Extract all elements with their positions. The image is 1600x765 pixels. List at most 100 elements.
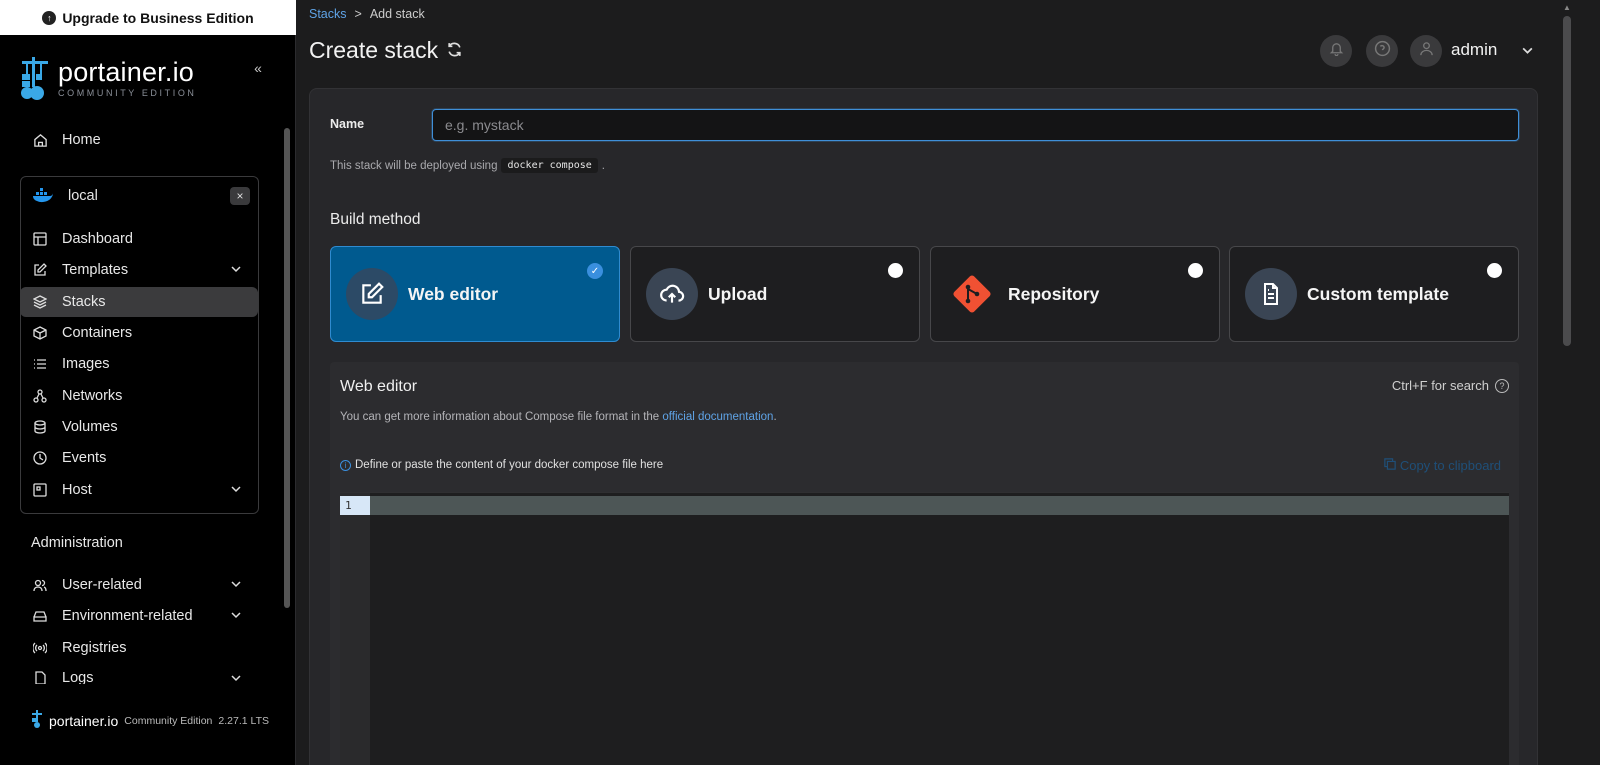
copy-icon [1384, 458, 1396, 473]
define-hint: i Define or paste the content of your do… [340, 459, 663, 471]
copy-to-clipboard-button[interactable]: Copy to clipboard [1384, 458, 1501, 473]
clock-icon [32, 450, 48, 466]
sidebar-item-templates[interactable]: Templates [20, 255, 258, 285]
compose-info: You can get more information about Compo… [340, 411, 777, 423]
create-stack-form: Name This stack will be deployed using d… [309, 88, 1538, 765]
sidebar-item-events[interactable]: Events [20, 443, 258, 473]
compose-info-text: You can get more information about Compo… [340, 411, 660, 423]
logo-main-text: portainer.io [58, 57, 194, 87]
sidebar-item-label: Registries [62, 640, 127, 656]
sidebar-item-environment-related[interactable]: Environment-related [20, 601, 258, 631]
sidebar-item-logs[interactable]: Logs [20, 664, 258, 684]
name-label: Name [330, 117, 365, 131]
portainer-logo[interactable]: portainer.io COMMUNITY EDITION [18, 55, 197, 101]
file-icon [32, 670, 48, 684]
bell-icon [1329, 41, 1344, 61]
sidebar-footer: portainer.io Community Edition 2.27.1 LT… [31, 710, 269, 731]
sidebar-item-user-related[interactable]: User-related [20, 570, 258, 600]
network-icon [32, 388, 48, 404]
breadcrumb: Stacks > Add stack [309, 7, 425, 21]
user-icon [1419, 41, 1434, 61]
breadcrumb-stacks-link[interactable]: Stacks [309, 7, 347, 21]
footer-brand: portainer.io [49, 712, 119, 729]
sidebar-item-containers[interactable]: Containers [20, 318, 258, 348]
home-icon [32, 132, 48, 148]
define-hint-text: Define or paste the content of your dock… [355, 459, 664, 471]
deploy-code: docker compose [501, 158, 598, 173]
build-method-upload[interactable]: Upload [630, 246, 920, 342]
compose-info-suffix: . [773, 411, 777, 423]
help-circle-icon[interactable]: ? [1495, 379, 1509, 393]
footer-version: 2.27.1 LTS [218, 714, 269, 727]
stack-name-input[interactable] [432, 109, 1519, 141]
build-method-repository[interactable]: Repository [930, 246, 1220, 342]
environment-close-button[interactable]: × [230, 187, 250, 205]
sidebar-item-label: Logs [62, 670, 94, 684]
sidebar-item-networks[interactable]: Networks [20, 381, 258, 411]
sidebar-item-volumes[interactable]: Volumes [20, 412, 258, 442]
sidebar-item-label: Images [62, 356, 110, 372]
hard-drive-icon [32, 608, 48, 624]
info-icon: i [340, 459, 351, 471]
portainer-small-logo-icon [31, 710, 43, 731]
code-editor[interactable]: 1 [340, 492, 1509, 765]
arrow-up-circle-icon: ↑ [42, 10, 57, 25]
chevron-down-icon [230, 672, 242, 684]
sidebar-scrollbar[interactable] [284, 128, 290, 608]
sidebar-item-images[interactable]: Images [20, 349, 258, 379]
deploy-note-text: This stack will be deployed using [330, 159, 498, 172]
environment-name: local [68, 188, 98, 204]
edit-square-icon [346, 268, 398, 320]
chevron-down-icon [230, 263, 242, 279]
search-hint: Ctrl+F for search [1391, 378, 1489, 393]
sidebar-item-registries[interactable]: Registries [20, 633, 258, 663]
sidebar-item-label: Volumes [62, 419, 118, 435]
build-method-custom-template[interactable]: Custom template [1229, 246, 1519, 342]
user-avatar[interactable] [1410, 35, 1442, 67]
sidebar-item-label: Networks [62, 388, 123, 404]
database-icon [32, 419, 48, 435]
refresh-icon[interactable] [446, 37, 463, 64]
scroll-up-arrow-icon[interactable]: ▲ [1563, 3, 1571, 12]
notifications-button[interactable] [1320, 35, 1352, 67]
dashboard-icon [32, 231, 48, 247]
build-method-title: Build method [330, 211, 421, 228]
line-number: 1 [340, 496, 370, 515]
deploy-note: This stack will be deployed using docker… [330, 158, 605, 173]
official-documentation-link[interactable]: official documentation [662, 411, 773, 423]
sidebar-item-host[interactable]: Host [20, 475, 258, 505]
page-scrollbar[interactable]: ▲ [1559, 0, 1575, 765]
edit-icon [32, 262, 48, 278]
chevron-down-icon [230, 483, 242, 499]
server-icon [32, 482, 48, 498]
sidebar-collapse-button[interactable]: « [248, 58, 268, 78]
users-icon [32, 577, 48, 593]
sidebar-item-label: Environment-related [62, 608, 193, 624]
radio-unselected[interactable] [888, 263, 903, 278]
radio-unselected[interactable] [1188, 263, 1203, 278]
radio-icon [32, 640, 48, 656]
box-icon [32, 325, 48, 341]
build-method-web-editor[interactable]: Web editor ✓ [330, 246, 620, 342]
upgrade-label: Upgrade to Business Edition [62, 9, 254, 26]
sidebar: ↑ Upgrade to Business Edition portainer.… [0, 0, 296, 765]
upgrade-banner[interactable]: ↑ Upgrade to Business Edition [0, 0, 296, 35]
build-method-label: Upload [708, 283, 768, 304]
environment-header[interactable]: local [20, 181, 259, 211]
active-line[interactable] [370, 496, 1509, 515]
sidebar-item-label: Home [62, 132, 101, 148]
sidebar-item-label: Containers [62, 325, 133, 341]
sidebar-item-label: Stacks [62, 294, 106, 310]
sidebar-item-home[interactable]: Home [20, 125, 258, 155]
git-icon [946, 268, 998, 320]
build-method-label: Web editor [408, 283, 499, 304]
help-button[interactable] [1366, 35, 1398, 67]
user-name[interactable]: admin [1451, 40, 1497, 60]
radio-unselected[interactable] [1487, 263, 1502, 278]
sidebar-item-dashboard[interactable]: Dashboard [20, 224, 258, 254]
deploy-note-suffix: . [601, 159, 605, 172]
copy-to-clipboard-label: Copy to clipboard [1399, 458, 1501, 473]
page-scrollbar-thumb[interactable] [1563, 16, 1571, 346]
chevron-down-icon[interactable] [1521, 44, 1534, 62]
sidebar-item-stacks[interactable]: Stacks [20, 287, 258, 317]
